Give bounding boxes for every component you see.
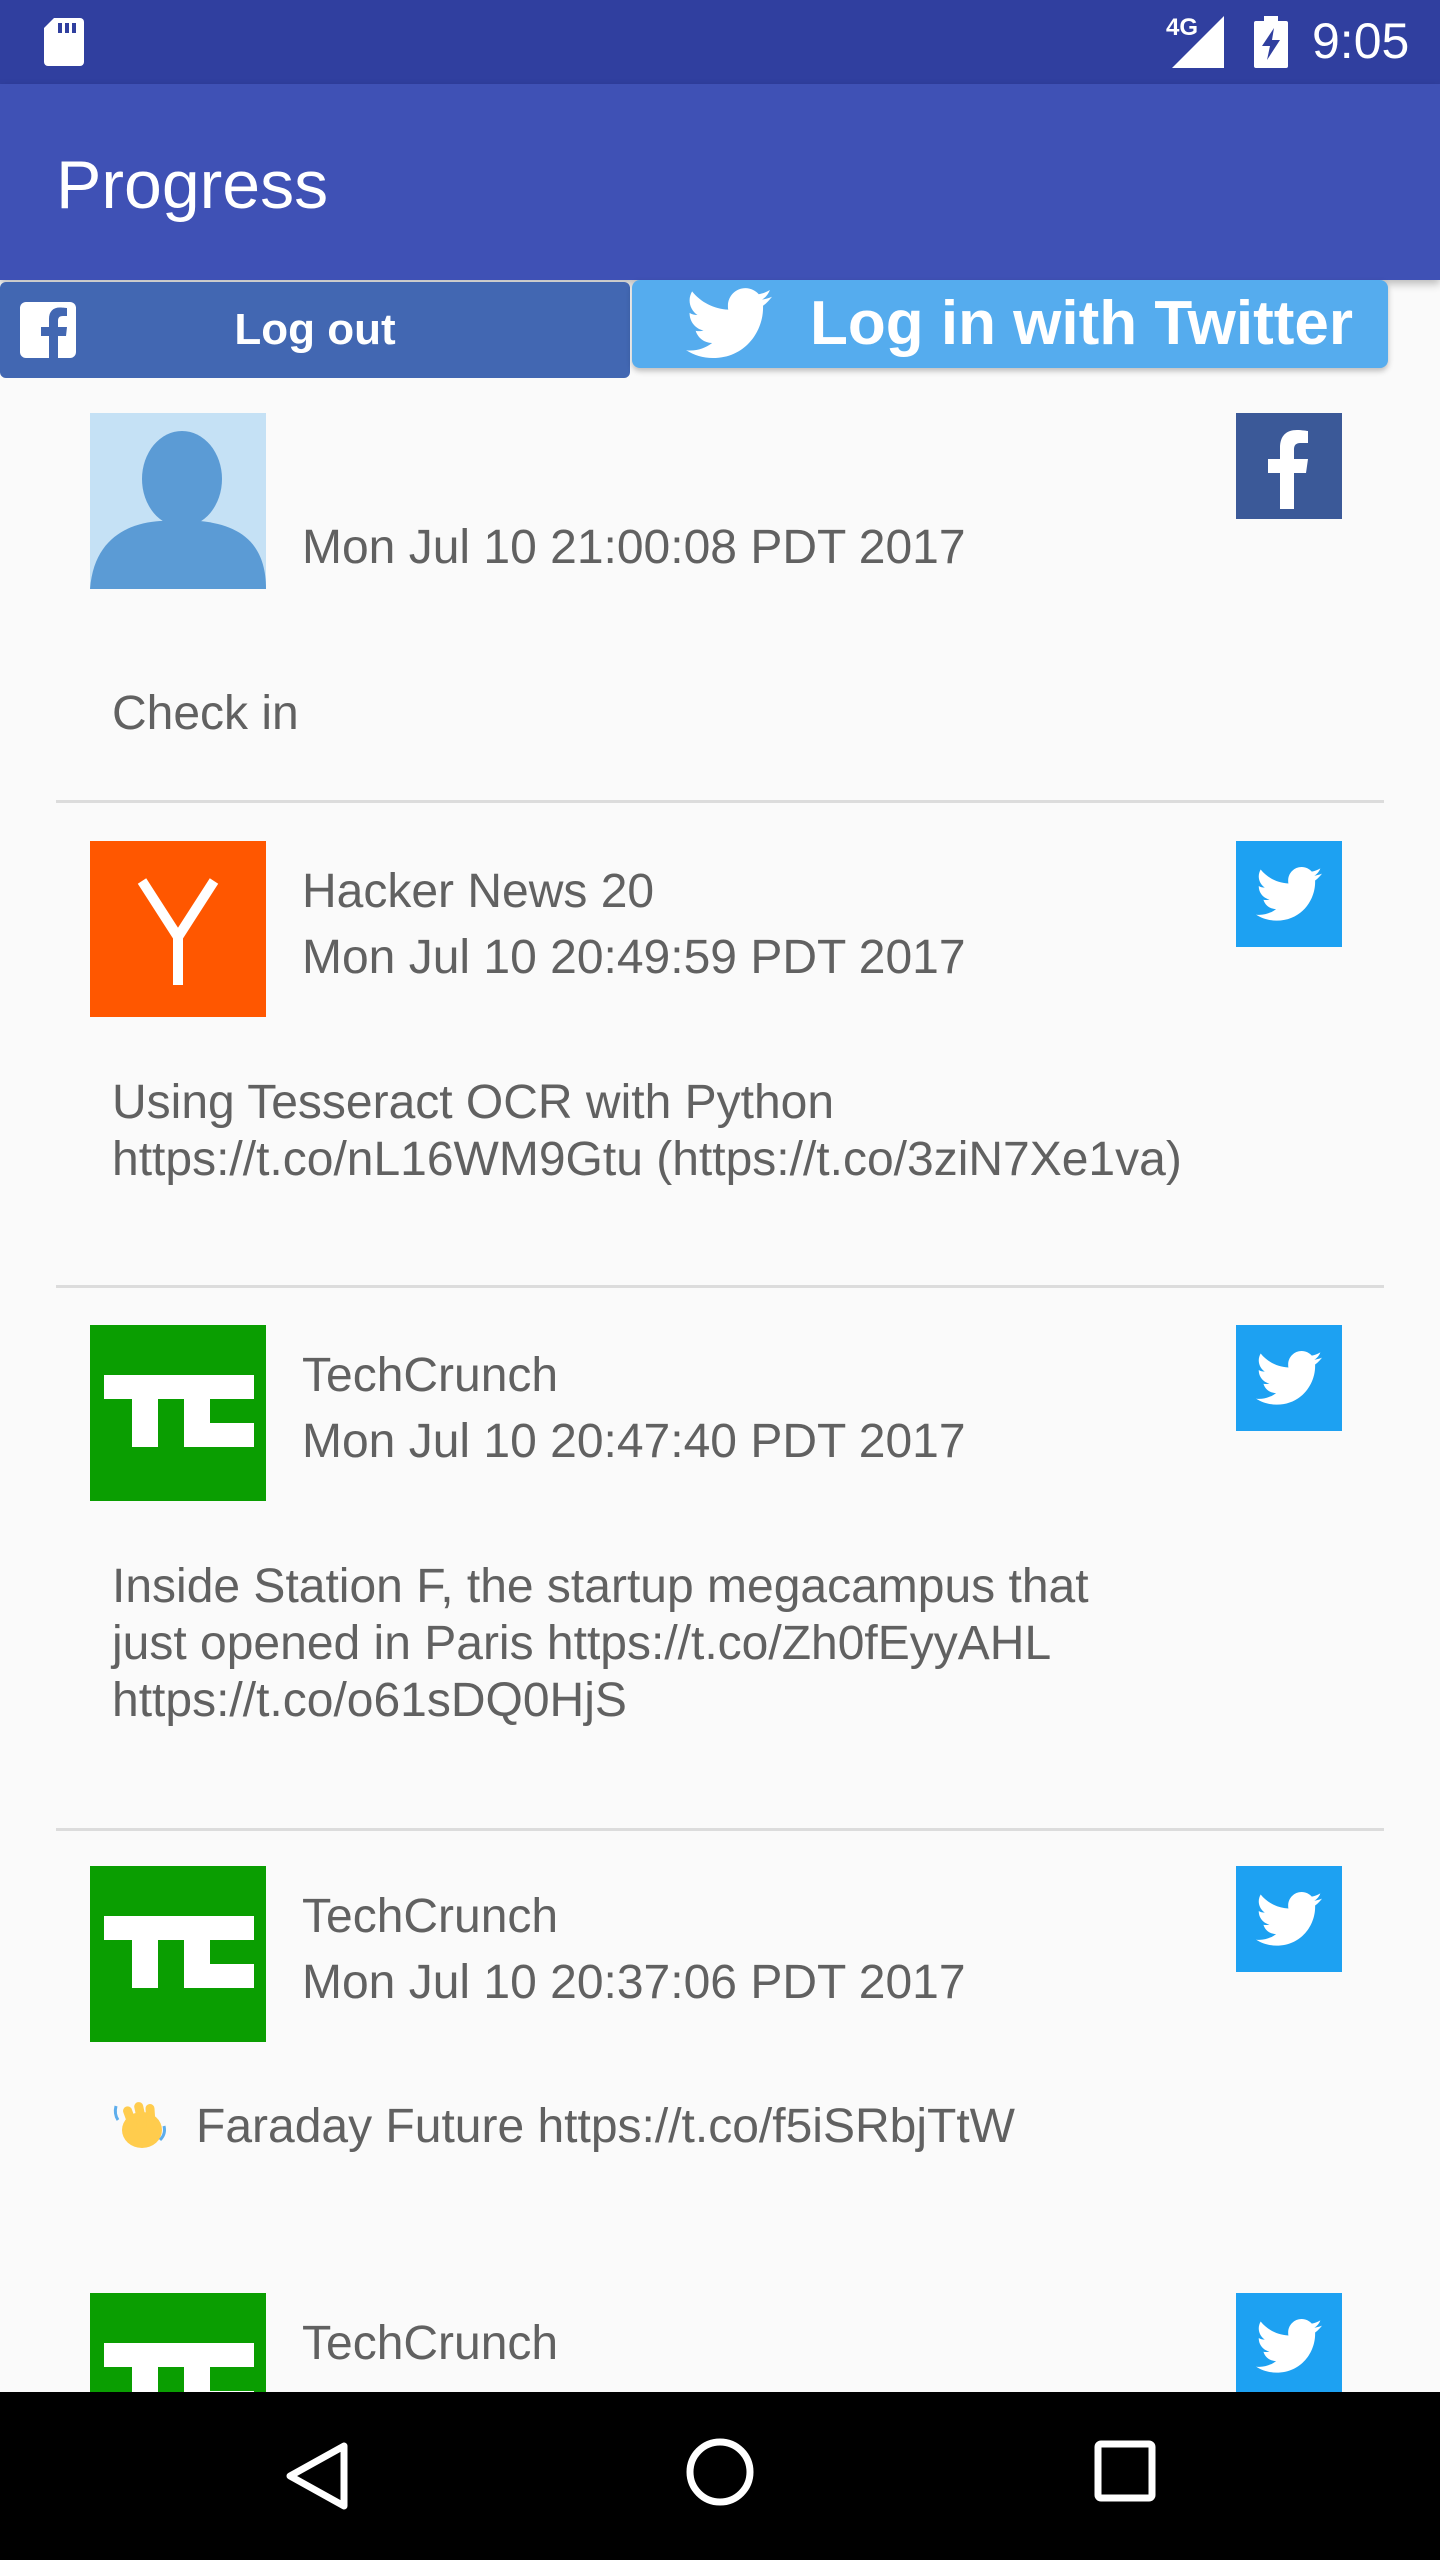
- feed-item[interactable]: TechCrunch Mon Jul 10 20:37:06 PDT 2017 …: [0, 1830, 1440, 2257]
- twitter-icon: [1236, 1325, 1342, 1431]
- back-icon[interactable]: [282, 2440, 352, 2512]
- sd-card-icon: [44, 18, 84, 66]
- feed-list[interactable]: Mon Jul 10 21:00:08 PDT 2017 Check in Ha…: [0, 380, 1440, 2392]
- twitter-icon: [1236, 841, 1342, 947]
- post-text-line: Faraday Future https://t.co/f5iSRbjTtW: [196, 2100, 1015, 2153]
- post-author: Hacker News 20: [302, 865, 655, 918]
- twitter-bird-icon: [686, 288, 772, 359]
- twitter-icon: [1236, 2293, 1342, 2392]
- page-title: Progress: [56, 147, 329, 223]
- recent-apps-icon[interactable]: [1094, 2440, 1156, 2502]
- battery-charging-icon: [1254, 16, 1288, 68]
- facebook-icon: [1236, 413, 1342, 519]
- hacker-news-logo-icon: [90, 841, 266, 1017]
- post-text: Check in: [112, 687, 299, 740]
- techcrunch-logo-icon: [90, 1866, 266, 2042]
- twitter-button-label: Log in with Twitter: [810, 289, 1353, 358]
- post-text: Faraday Future https://t.co/f5iSRbjTtW: [112, 2096, 1312, 2155]
- signal-icon: [1172, 16, 1224, 68]
- clock: 9:05: [1312, 13, 1410, 69]
- post-date: Mon Jul 10 21:00:08 PDT 2017: [302, 521, 966, 574]
- post-date: Mon Jul 10 20:49:59 PDT 2017: [302, 931, 966, 984]
- post-author: TechCrunch: [302, 2317, 559, 2370]
- navigation-bar: [0, 2392, 1440, 2560]
- post-author: TechCrunch: [302, 1349, 559, 1402]
- post-date: Mon Jul 10 20:47:40 PDT 2017: [302, 1415, 966, 1468]
- twitter-login-button[interactable]: Log in with Twitter: [632, 280, 1388, 368]
- status-bar: 4G 9:05: [0, 0, 1440, 84]
- waving-hand-emoji-icon: [113, 2102, 166, 2148]
- feed-item[interactable]: TechCrunch: [0, 2257, 1440, 2392]
- post-author: TechCrunch: [302, 1890, 559, 1943]
- techcrunch-logo-icon: [90, 2293, 266, 2392]
- default-user-avatar-icon: [90, 413, 266, 589]
- feed-item[interactable]: Hacker News 20 Mon Jul 10 20:49:59 PDT 2…: [0, 803, 1440, 1288]
- facebook-button-label: Log out: [234, 305, 396, 354]
- techcrunch-logo-icon: [90, 1325, 266, 1501]
- post-text: Using Tesseract OCR with Python https://…: [112, 1076, 1182, 1186]
- home-icon[interactable]: [684, 2436, 756, 2508]
- post-date: Mon Jul 10 20:37:06 PDT 2017: [302, 1956, 966, 2009]
- facebook-logout-button[interactable]: Log out: [0, 282, 630, 378]
- app-bar: Progress: [0, 84, 1440, 280]
- feed-item[interactable]: TechCrunch Mon Jul 10 20:47:40 PDT 2017 …: [0, 1287, 1440, 1831]
- twitter-icon: [1236, 1866, 1342, 1972]
- post-text: Inside Station F, the startup megacampus…: [112, 1560, 1089, 1727]
- feed-item[interactable]: Mon Jul 10 21:00:08 PDT 2017 Check in: [0, 380, 1440, 803]
